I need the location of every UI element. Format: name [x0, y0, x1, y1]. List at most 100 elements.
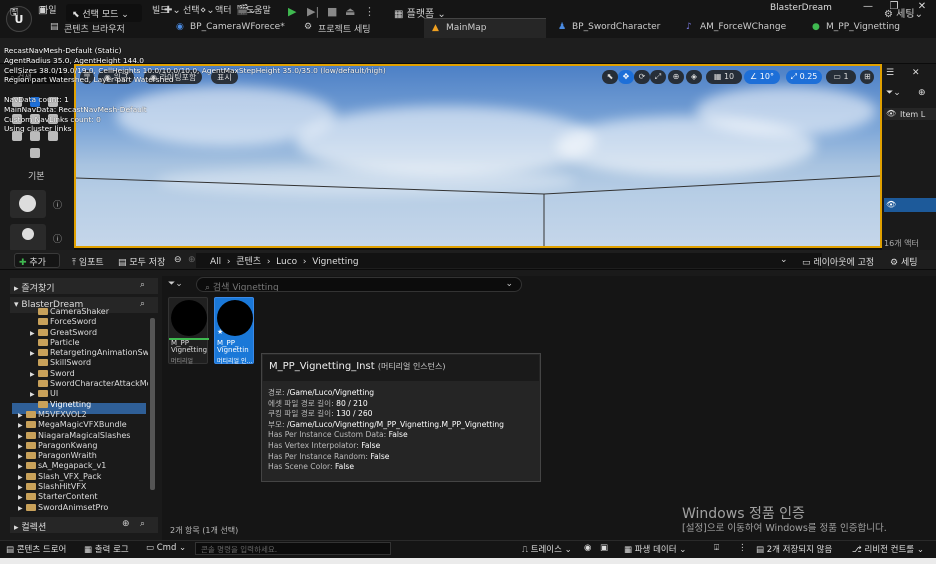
folder-item[interactable]: ▶ sA_Megapack_v1	[12, 461, 148, 471]
favorites-section[interactable]: ▸ 즐겨찾기	[10, 278, 158, 294]
world-space-icon[interactable]: ⊕	[668, 70, 684, 84]
chevron-right-icon[interactable]: ▶	[18, 505, 26, 511]
folder-item[interactable]: ▶ Sword	[12, 369, 148, 379]
close-icon[interactable]: ✕	[912, 68, 920, 78]
trace-button[interactable]: ⎍ 트레이스 ⌄	[522, 543, 572, 555]
add-collection-icon[interactable]: ⊕	[122, 519, 130, 529]
chevron-right-icon[interactable]: ▶	[30, 391, 38, 398]
search-icon[interactable]: ⌕	[140, 519, 145, 529]
add-button[interactable]: ✚ 추가	[14, 253, 60, 268]
folder-item[interactable]: ▶ Slash_VFX_Pack	[12, 472, 148, 482]
actor-sphere-icon[interactable]	[10, 190, 46, 218]
folder-item[interactable]: ▶ NiagaraMagicalSlashes	[12, 431, 148, 441]
filter-icon[interactable]: ⏷⌄	[886, 88, 901, 98]
content-icon[interactable]: ▣	[38, 5, 47, 21]
actor-character-icon[interactable]	[10, 224, 46, 252]
folder-item[interactable]: Particle	[12, 338, 148, 348]
select-mode-dropdown[interactable]: ⬉ 선택 모드 ⌄	[66, 4, 142, 22]
menu-select[interactable]: 선택	[183, 3, 200, 16]
outliner-menu-icon[interactable]: ☰	[886, 68, 894, 78]
visibility-icon[interactable]: 👁	[886, 200, 896, 209]
chevron-right-icon[interactable]: ▶	[18, 474, 26, 481]
lock-layout-button[interactable]: ▭ 레이아웃에 고정	[802, 255, 874, 268]
rotate-tool-icon[interactable]: ⟳	[634, 70, 650, 84]
select-tool-icon[interactable]: ⬉	[602, 70, 618, 84]
breadcrumb-item[interactable]: 콘텐츠	[236, 257, 261, 267]
breadcrumb-item[interactable]: All	[210, 257, 221, 267]
surface-snap-icon[interactable]: ◈	[686, 70, 702, 84]
tab-bp-swordcharacter[interactable]: ♟ BP_SwordCharacter	[550, 18, 672, 38]
folder-item[interactable]: ▶ SlashHitVFX	[12, 482, 148, 492]
chevron-right-icon[interactable]: ▶	[18, 484, 26, 491]
play-icon[interactable]: ▶	[288, 5, 296, 18]
breadcrumb-item[interactable]: Luco	[276, 257, 297, 267]
add-actor-icon[interactable]: ✚⌄	[164, 5, 181, 21]
tree-scrollbar[interactable]	[150, 318, 155, 490]
import-button[interactable]: ⤒ 임포트	[72, 255, 104, 268]
folder-item[interactable]: Vignetting	[12, 400, 148, 410]
tab-bp-camera[interactable]: ◉ BP_CameraWForece*	[168, 18, 286, 38]
collections-section[interactable]: ▸ 컬렉션	[10, 517, 158, 533]
derived-data-button[interactable]: ▦ 파생 데이터 ⌄	[624, 543, 686, 555]
chevron-right-icon[interactable]: ▶	[18, 453, 26, 460]
breadcrumb-item[interactable]: Vignetting	[312, 257, 358, 267]
chevron-down-icon[interactable]: ⌄	[505, 279, 513, 289]
maximize-viewport-icon[interactable]: ⊞	[860, 70, 874, 84]
source-control-icon[interactable]: ⍗	[714, 543, 719, 553]
menu-actor[interactable]: 액터	[215, 3, 232, 16]
forward-icon[interactable]: ⊕	[188, 255, 196, 265]
folder-item[interactable]: ▶ SwordAnimsetPro	[12, 503, 148, 511]
console-command-input[interactable]: 콘솔 명령을 입력하세요.	[195, 542, 391, 555]
save-icon[interactable]: 🖫	[10, 5, 19, 21]
folder-item[interactable]: ▶ GreatSword	[12, 328, 148, 338]
chevron-right-icon[interactable]: ▶	[18, 412, 26, 419]
folder-item[interactable]: ▶ ParagonWraith	[12, 451, 148, 461]
cinematics-icon[interactable]: 🎬⌄	[236, 5, 257, 21]
content-drawer-button[interactable]: ▤ 콘텐츠 드로어	[6, 543, 66, 555]
translate-tool-icon[interactable]: ✥	[618, 70, 634, 84]
scale-tool-icon[interactable]: ⤢	[650, 70, 666, 84]
tab-project-settings[interactable]: ⚙ 프로젝트 세팅	[296, 18, 406, 38]
back-icon[interactable]: ⊖	[174, 255, 182, 265]
unsaved-button[interactable]: ▤ 2개 저장되지 않음	[756, 543, 832, 555]
tab-m-pp-vignetting[interactable]: ● M_PP_Vignetting	[804, 18, 934, 38]
step-icon[interactable]: ▶|	[307, 5, 319, 18]
info-icon[interactable]: ⓘ	[53, 198, 62, 211]
search-icon[interactable]: ⌕	[140, 280, 145, 290]
asset-card-selected[interactable]: ★ M_PP_ Vignettin 머티리얼 인...	[214, 297, 254, 365]
chevron-right-icon[interactable]: ▶	[30, 330, 38, 337]
chevron-right-icon[interactable]: ▶	[18, 443, 26, 450]
chevron-right-icon[interactable]: ▶	[18, 422, 26, 429]
chevron-right-icon[interactable]: ▶	[18, 433, 26, 440]
asset-search-input[interactable]: ⌕ 검색 Vignetting ⌄	[196, 277, 522, 292]
settings-button[interactable]: ⚙ 세팅⌄	[884, 5, 923, 21]
info-icon[interactable]: ⓘ	[53, 232, 62, 245]
screenshot-icon[interactable]: ▣	[600, 543, 608, 553]
stop-icon[interactable]: ■	[327, 5, 337, 18]
filter-icon[interactable]: ⏷⌄	[168, 279, 183, 289]
tab-mainmap[interactable]: ▲ MainMap	[424, 18, 546, 38]
folder-item[interactable]: ▶ RetargetingAnimationSwo	[12, 348, 148, 358]
camera-speed-button[interactable]: ▭ 1	[826, 70, 856, 84]
save-all-button[interactable]: ▤ 모두 저장	[118, 255, 165, 268]
more-icon[interactable]: ⋮	[738, 543, 747, 553]
chevron-right-icon[interactable]: ▶	[18, 494, 26, 501]
chevron-right-icon[interactable]: ▶	[30, 350, 38, 357]
chevron-right-icon[interactable]: ▶	[18, 463, 26, 470]
scale-snap-button[interactable]: ⤢ 0.25	[786, 70, 822, 84]
cb-settings-button[interactable]: ⚙ 세팅	[890, 255, 918, 268]
rotation-snap-button[interactable]: ∠ 10°	[744, 70, 780, 84]
folder-item[interactable]: ▶ StarterContent	[12, 492, 148, 502]
folder-item[interactable]: SkillSword	[12, 358, 148, 368]
record-icon[interactable]: ◉	[584, 543, 591, 553]
grid-snap-button[interactable]: ▦ 10	[706, 70, 742, 84]
output-log-button[interactable]: ▦ 출력 로그	[84, 543, 129, 555]
blueprint-menu-icon[interactable]: ⋄⌄	[200, 5, 215, 21]
folder-item[interactable]: ▶ M5VFXVOL2	[12, 410, 148, 420]
eject-icon[interactable]: ⏏	[345, 5, 355, 18]
history-dropdown-icon[interactable]: ⌄	[780, 255, 788, 265]
folder-item[interactable]: ForceSword	[12, 317, 148, 327]
minimize-icon[interactable]: —	[858, 1, 878, 15]
item-label-column[interactable]: Item L	[900, 110, 936, 119]
tab-am-forcewchange[interactable]: ♪ AM_ForceWChange	[678, 18, 798, 38]
